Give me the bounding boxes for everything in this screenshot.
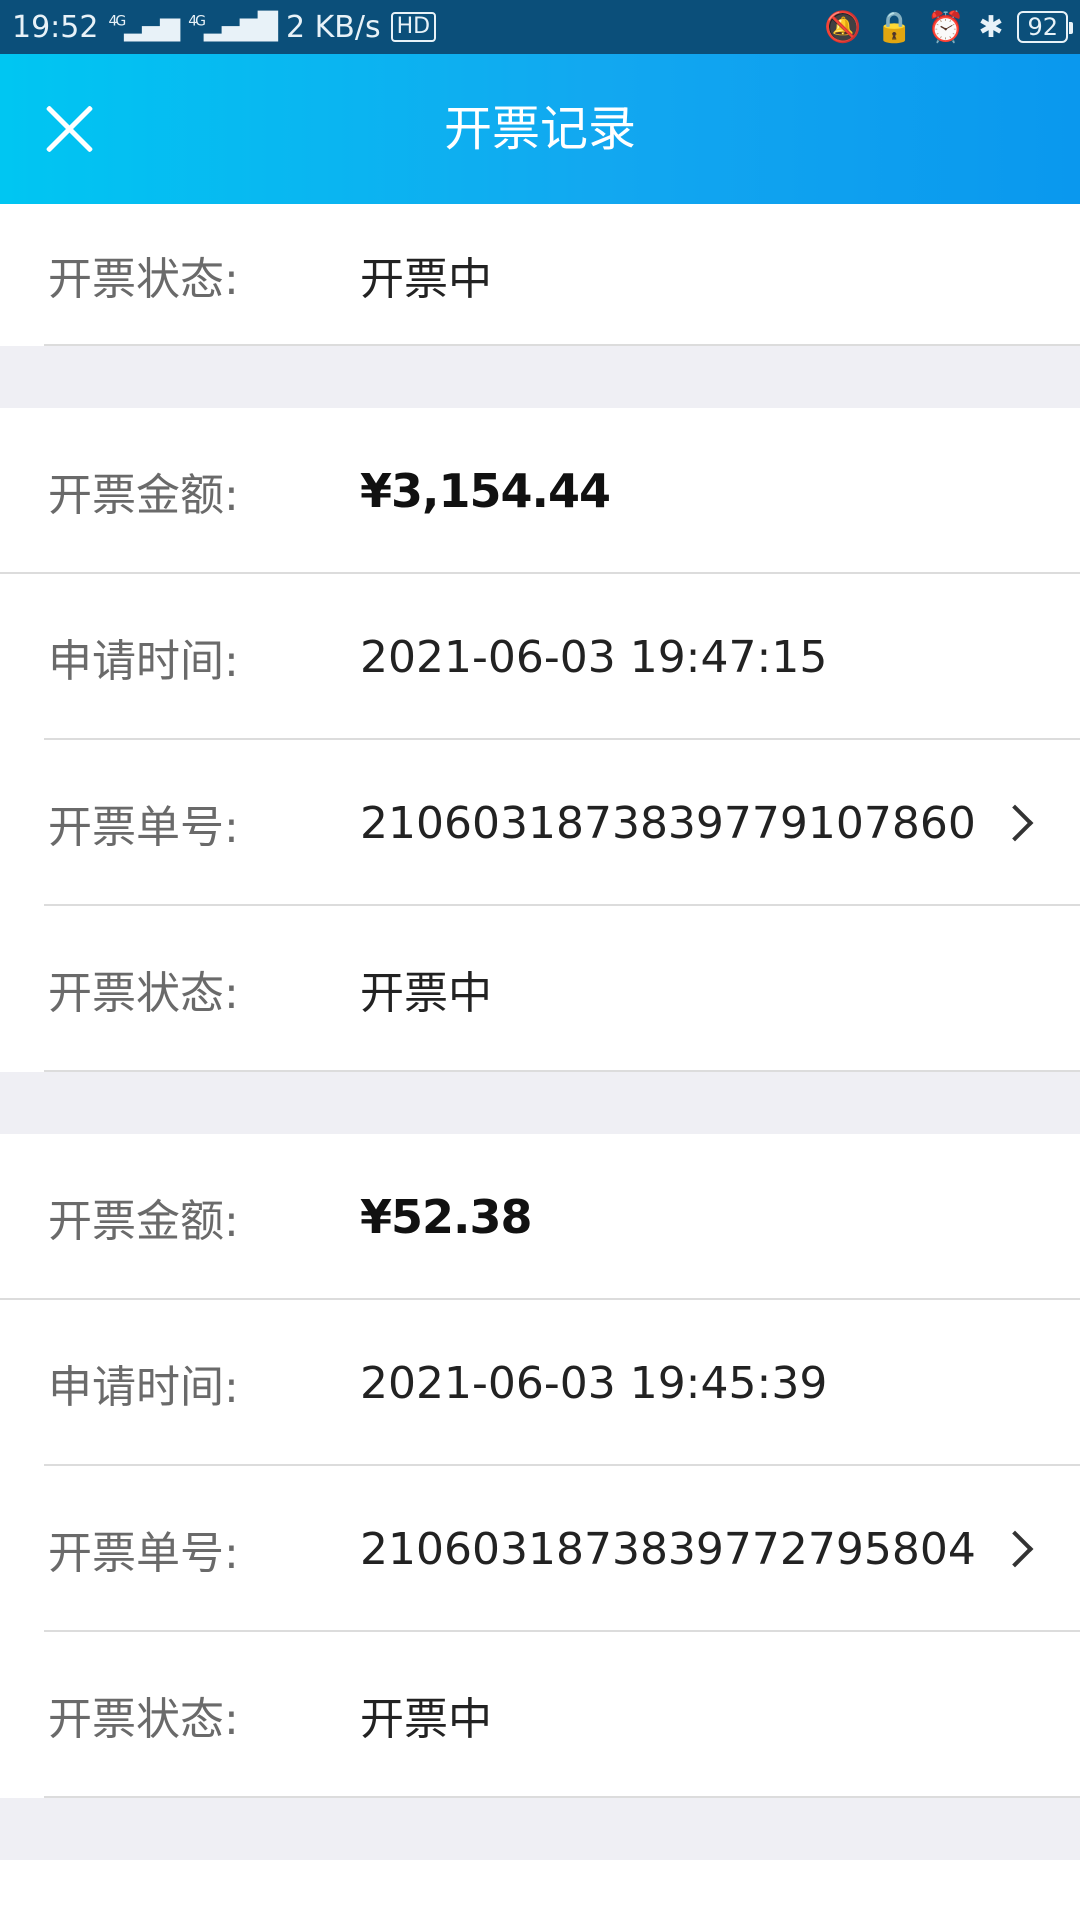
time-value: 2021-06-03 19:45:39: [360, 1357, 828, 1409]
status-value: 开票中: [360, 1694, 492, 1745]
status-value: 开票中: [360, 254, 492, 305]
bluetooth-icon: ✱: [978, 9, 1004, 45]
list-item-order[interactable]: 开票单号: 21060318738397791078​60: [0, 740, 1080, 906]
status-value: 开票中: [360, 968, 492, 1019]
network-speed: 2 KB/s: [285, 9, 381, 45]
order-label: 开票单号:: [48, 802, 239, 853]
order-number: 21060318738397727958​04: [360, 1523, 976, 1575]
list-item-order[interactable]: 开票单号: 21060318738397727958​04: [0, 1466, 1080, 1632]
chevron-right-icon[interactable]: [996, 1530, 1034, 1568]
invoice-record-list: 开票状态: 开票中 开票金额: ¥3,154.44 申请时间: 2021-06-…: [0, 204, 1080, 1860]
lock-icon: 🔒: [875, 9, 913, 45]
amount-label: 开票金额:: [48, 470, 239, 521]
page-title: 开票记录: [443, 101, 636, 157]
divider: [44, 1796, 1080, 1798]
list-item-status: 开票状态: 开票中: [0, 1632, 1080, 1798]
close-icon[interactable]: [38, 98, 100, 160]
section-gap: [0, 1798, 1080, 1860]
list-item-amount: 开票金额: ¥3,154.44: [0, 408, 1080, 574]
mute-bell-icon: 🔕: [824, 9, 862, 45]
alarm-icon: ⏰: [926, 9, 965, 45]
list-item-time: 申请时间: 2021-06-03 19:45:39: [0, 1300, 1080, 1466]
chevron-right-icon[interactable]: [996, 804, 1034, 842]
time-value: 2021-06-03 19:47:15: [360, 631, 828, 683]
divider: [44, 344, 1080, 346]
list-item-status: 开票状态: 开票中: [0, 906, 1080, 1072]
battery-icon: 92: [1017, 11, 1073, 43]
status-label: 开票状态:: [48, 968, 239, 1019]
status-label: 开票状态:: [48, 254, 239, 305]
section-gap: [0, 346, 1080, 408]
amount-label: 开票金额:: [48, 1196, 239, 1247]
status-bar: 19:52 4G▂▄▆ 4G▂▄▆█ 2 KB/s HD 🔕 🔒 ⏰ ✱ 92: [0, 0, 1080, 54]
amount-value: ¥52.38: [360, 1190, 533, 1244]
section-gap: [0, 1072, 1080, 1134]
divider: [44, 1070, 1080, 1072]
amount-value: ¥3,154.44: [360, 464, 611, 518]
list-item-status: 开票状态: 开票中: [0, 204, 1080, 346]
list-item-time: 申请时间: 2021-06-03 19:47:15: [0, 574, 1080, 740]
list-item-amount: 开票金额: ¥52.38: [0, 1134, 1080, 1300]
status-time: 19:52: [12, 9, 99, 45]
order-number: 21060318738397791078​60: [360, 797, 976, 849]
order-label: 开票单号:: [48, 1528, 239, 1579]
signal-icon-2: 4G▂▄▆█: [188, 12, 278, 42]
hd-voice-icon: HD: [390, 12, 437, 42]
status-label: 开票状态:: [48, 1694, 239, 1745]
app-header: 开票记录: [0, 54, 1080, 204]
time-label: 申请时间:: [48, 1362, 239, 1413]
signal-icon: 4G▂▄▆: [108, 12, 180, 42]
time-label: 申请时间:: [48, 636, 239, 687]
